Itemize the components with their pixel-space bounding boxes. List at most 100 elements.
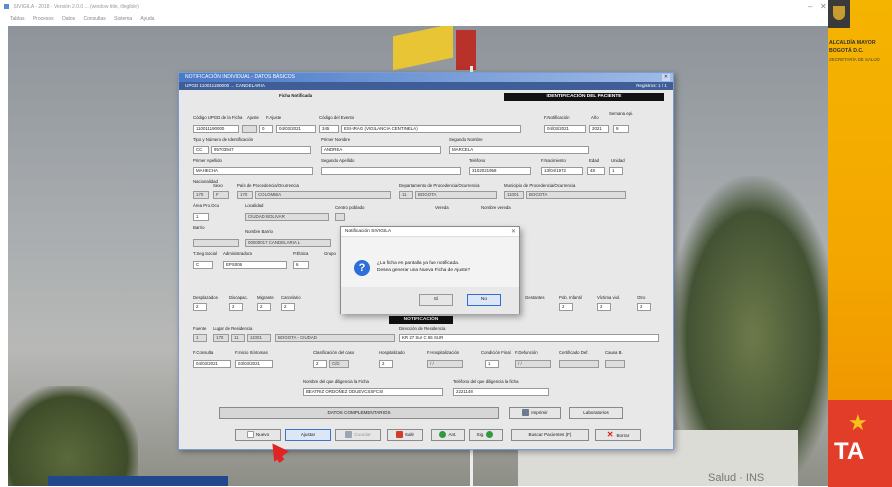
f-nacimiento-field[interactable]: 13/04/1972 [541,167,583,175]
centro-poblado-field[interactable] [335,213,345,221]
nacionalidad-field[interactable]: 170 [193,191,209,199]
menu-sistema[interactable]: Sistema [114,16,132,22]
codigo-upgd-field[interactable]: 110011190000 [193,125,239,133]
nuevo-button[interactable]: Nuevo [235,429,281,441]
administradora-field[interactable]: EPS006 [223,261,287,269]
laboratorios-button[interactable]: Laboratorios [569,407,623,419]
unidad-field[interactable]: 1 [609,167,623,175]
depto-field[interactable]: BOGOTA [415,191,497,199]
municipio-field[interactable]: BOGOTA [526,191,626,199]
menu-ayuda[interactable]: Ayuda [140,16,154,22]
buscar-pacientes-button[interactable]: Buscar Pacientes (F) [511,429,589,441]
window-close-button[interactable]: ✕ [820,0,827,14]
message-no-button[interactable]: No [467,294,501,306]
evento-nombre-field[interactable]: ESI-IRAG (VIGILANCIA CENTINELA) [341,125,521,133]
condicion-field[interactable]: 1 [485,360,499,368]
hospitalizado-field[interactable]: 2 [379,360,393,368]
codigo-evento-label: Código del Evento [319,115,355,120]
minimize-button[interactable]: – [808,0,812,14]
pais-field[interactable]: COLOMBIA [255,191,391,199]
direccion-field[interactable]: KR 27 Sur C 55 SUR [399,334,659,342]
f-consulta-field[interactable]: 04/03/2021 [193,360,231,368]
tel-quien-field[interactable]: 2221148 [453,388,549,396]
pais-cod-field[interactable]: 170 [237,191,253,199]
fuente-field[interactable]: 1 [193,334,207,342]
dialog-close-button[interactable]: ✕ [662,74,670,81]
segundo-nombre-label: Segundo Nombre [449,137,483,142]
municipio-cod-field[interactable]: 11001 [504,191,524,199]
certificado-field[interactable] [559,360,599,368]
causa-field[interactable] [605,360,625,368]
anio-field[interactable]: 2021 [589,125,609,133]
residencia-mun-field[interactable]: 11001 [247,334,271,342]
area-label: Área Pro.Ocu [193,203,220,208]
building-sign: Salud · INS [708,472,765,484]
victima-field[interactable]: 2 [597,303,611,311]
menu-consultas[interactable]: Consultas [84,16,106,22]
message-si-button[interactable]: Sí [419,294,453,306]
telefono-field[interactable]: 3102021958 [469,167,531,175]
anio-label: Año [591,115,599,120]
segundo-nombre-field[interactable]: MARCELA [449,146,589,154]
pob-infantil-field[interactable]: 2 [559,303,573,311]
grupo-field-1[interactable]: 2 [193,303,207,311]
otro-field[interactable]: 2 [637,303,651,311]
semana-field[interactable]: 9 [613,125,629,133]
guardar-button[interactable]: Guardar [335,429,381,441]
nuevo-label: Nuevo [255,432,270,437]
menu-datos[interactable]: Datos [62,16,75,22]
borrar-button[interactable]: ✕ Borrar [595,429,641,441]
menu-tablas[interactable]: Tablas [10,16,24,22]
salir-button[interactable]: Salir [387,429,423,441]
discapacitados-label: Discapac. [229,295,248,300]
grupo-field-4[interactable]: 2 [281,303,295,311]
grupo-field-3[interactable]: 2 [257,303,271,311]
semana-label: Semana epi. [609,111,634,116]
pais-label: País de Procedencia/Ocurrencia [237,183,299,188]
sexo-field[interactable]: F [213,191,229,199]
f-defuncion-field[interactable]: / / [515,360,551,368]
nombre-barrio-field[interactable]: 00000017 CANDELARIA L [245,239,331,247]
menu-procesos[interactable]: Procesos [33,16,54,22]
primer-nombre-field[interactable]: ANDREA [321,146,441,154]
grupo-label: Grupo [324,251,336,256]
anterior-button[interactable]: Ant. [431,429,465,441]
area-field[interactable]: 1 [193,213,209,221]
siguiente-button[interactable]: Sig. [469,429,503,441]
dialog-subtitle: UPGD 110011190000 ... CANDELARIA [185,83,265,88]
tipo-id-field[interactable]: CC [193,146,209,154]
tel-quien-label: Teléfono del que diligencia la ficha [453,379,519,384]
residencia-pais-field[interactable]: 170 [213,334,229,342]
localidad-field[interactable]: CIUDAD BOLIVAR [245,213,329,221]
residencia-dep-field[interactable]: 11 [231,334,245,342]
f-hosp-field[interactable]: / / [427,360,463,368]
codigo-evento-field[interactable]: 345 [319,125,339,133]
residencia-nombre-field[interactable]: BOGOTA - CIUDAD [275,334,395,342]
barrio-cod-field[interactable] [193,239,239,247]
f-notificacion-field[interactable]: 04/03/2021 [544,125,586,133]
numero-id-field[interactable]: 95703947 [211,146,311,154]
confirm-message-box: Notificación SIVIGILA ✕ ? ¿La ficha en p… [340,226,520,314]
edad-label: Edad [589,158,600,163]
message-line1: ¿La ficha en pantalla ya fue notificada. [377,261,460,266]
petnica-field[interactable]: 6 [293,261,309,269]
edad-field[interactable]: 48 [587,167,605,175]
depto-cod-field[interactable]: 11 [399,191,413,199]
f-ajuste-field[interactable]: 04/03/2021 [276,125,316,133]
segundo-apellido-field[interactable] [321,167,461,175]
ajuste-field[interactable]: 0 [259,125,273,133]
ajustar-button[interactable]: Ajustar [285,429,331,441]
message-close-button[interactable]: ✕ [511,228,516,235]
grupo-field-2[interactable]: 2 [229,303,243,311]
imprimir-button[interactable]: Imprimir [509,407,561,419]
datos-complementarios-button[interactable]: DATOS COMPLEMENTARIOS [219,407,499,419]
clasificacion-field[interactable]: 2 [313,360,327,368]
quien-diligencia-field[interactable]: BEATRIZ ORDOÑEZ ODUEVCSSFCSI [303,388,443,396]
primer-apellido-field[interactable]: MAHECHA [193,167,313,175]
f-inicio-field[interactable]: 03/03/2021 [235,360,273,368]
siguiente-label: Sig. [476,432,485,437]
tseg-field[interactable]: C [193,261,213,269]
tree-left [8,386,138,486]
codigo-upgd-sub-field[interactable] [242,125,257,133]
clasificacion-b-field[interactable]: C/D [329,360,349,368]
